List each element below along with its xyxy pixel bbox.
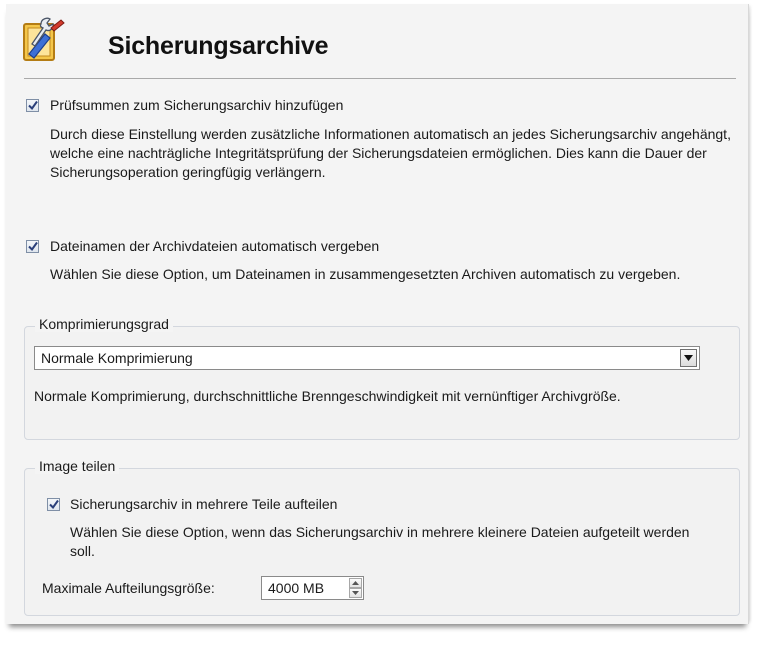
spin-down-button[interactable] — [349, 588, 362, 598]
split-label[interactable]: Sicherungsarchiv in mehrere Teile auftei… — [70, 496, 337, 512]
checksum-label[interactable]: Prüfsummen zum Sicherungsarchiv hinzufüg… — [50, 97, 343, 113]
checksum-description: Durch diese Einstellung werden zusätzlic… — [50, 126, 731, 180]
max-size-label: Maximale Aufteilungsgröße: — [42, 580, 215, 596]
checkmark-icon — [28, 100, 38, 111]
compression-select-value: Normale Komprimierung — [41, 350, 193, 366]
checkmark-icon — [28, 241, 38, 252]
arrow-up-icon — [352, 581, 359, 585]
max-size-stepper[interactable]: 4000 MB — [261, 576, 364, 600]
chevron-down-icon — [684, 355, 693, 361]
compression-group-label: Komprimierungsgrad — [35, 316, 173, 332]
page-header: Sicherungsarchive — [14, 10, 744, 72]
header-divider — [24, 78, 736, 79]
spin-buttons — [349, 578, 362, 598]
compression-description: Normale Komprimierung, durchschnittliche… — [34, 388, 621, 404]
spin-up-button[interactable] — [349, 578, 362, 588]
auto-names-label[interactable]: Dateinamen der Archivdateien automatisch… — [50, 238, 379, 254]
auto-names-description: Wählen Sie diese Option, um Dateinamen i… — [50, 266, 681, 282]
max-size-value: 4000 MB — [268, 580, 325, 596]
page-title: Sicherungsarchive — [108, 32, 329, 60]
compression-group: Komprimierungsgrad — [24, 316, 740, 440]
settings-panel: Sicherungsarchive Prüfsummen zum Sicheru… — [6, 4, 749, 624]
dropdown-button[interactable] — [680, 349, 697, 367]
split-description: Wählen Sie diese Option, wenn das Sicher… — [70, 524, 690, 559]
checkmark-icon — [49, 499, 59, 510]
checksum-checkbox[interactable] — [26, 99, 39, 112]
split-checkbox[interactable] — [47, 498, 60, 511]
split-group-label: Image teilen — [35, 458, 120, 474]
arrow-down-icon — [352, 591, 359, 595]
auto-names-checkbox[interactable] — [26, 240, 39, 253]
compression-select[interactable]: Normale Komprimierung — [34, 346, 700, 370]
settings-brush-wrench-icon — [23, 17, 65, 61]
